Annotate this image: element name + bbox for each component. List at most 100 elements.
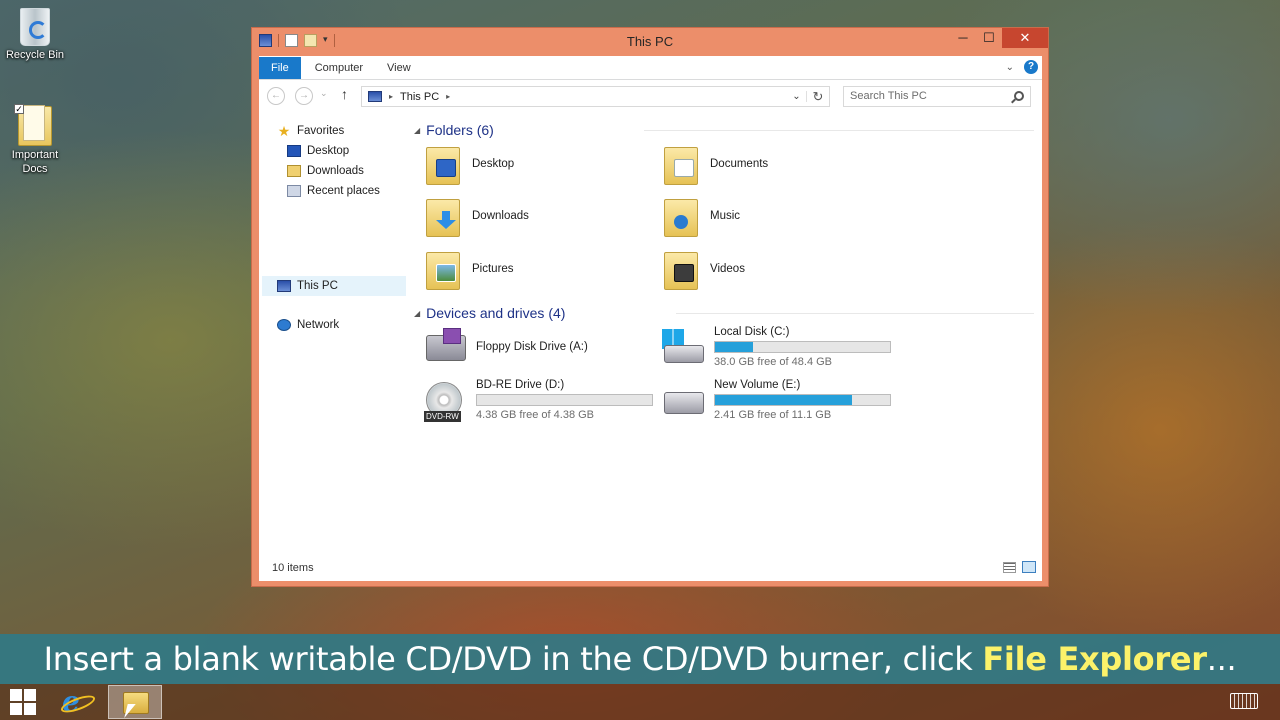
documents-folder-icon <box>662 143 700 185</box>
pictures-folder-icon <box>424 248 462 290</box>
this-pc-icon <box>368 91 382 102</box>
search-icon[interactable] <box>1014 91 1024 101</box>
folder-label: Downloads <box>472 210 529 222</box>
up-button[interactable]: ↑ <box>341 86 348 102</box>
folder-label: Documents <box>710 158 769 170</box>
drive-usage-bar <box>476 394 653 406</box>
nav-favorites[interactable]: ★ Favorites <box>277 122 345 140</box>
taskbar: e <box>0 684 1280 720</box>
downloads-folder-icon <box>424 195 462 237</box>
folder-item-documents[interactable]: Documents <box>662 140 892 188</box>
drive-label: BD-RE Drive (D:) <box>476 379 565 391</box>
nav-item-downloads[interactable]: Downloads <box>287 162 364 180</box>
nav-label: Desktop <box>307 145 350 157</box>
folder-label: Pictures <box>472 263 514 275</box>
folder-item-pictures[interactable]: Pictures <box>424 245 654 293</box>
item-count: 10 items <box>272 562 314 574</box>
group-label: Devices and drives (4) <box>426 305 566 321</box>
address-bar[interactable]: ▸ This PC ▸ ⌄ ↻ <box>361 86 830 107</box>
folder-item-downloads[interactable]: Downloads <box>424 192 654 240</box>
navigation-pane: ★ Favorites Desktop Downloads Recent pla… <box>259 114 407 544</box>
minimize-button[interactable]: ─ <box>950 28 976 48</box>
close-button[interactable]: ✕ <box>1002 28 1048 48</box>
desktop-folder-icon <box>424 143 462 185</box>
breadcrumb-separator-icon[interactable]: ▸ <box>446 92 450 101</box>
music-folder-icon <box>662 195 700 237</box>
folder-label: Videos <box>710 263 745 275</box>
touch-keyboard-icon[interactable] <box>1230 693 1258 709</box>
nav-item-desktop[interactable]: Desktop <box>287 142 349 160</box>
drive-label: Local Disk (C:) <box>714 326 790 338</box>
drive-free-space: 4.38 GB free of 4.38 GB <box>476 409 595 421</box>
tab-file[interactable]: File <box>259 57 301 79</box>
group-divider <box>644 130 1034 131</box>
group-header-devices-and-drives[interactable]: ◢ Devices and drives (4) <box>414 304 565 322</box>
caption-banner: Insert a blank writable CD/DVD in the CD… <box>0 634 1280 684</box>
drive-label: New Volume (E:) <box>714 379 801 391</box>
navigation-bar: ← → ⌄ ↑ ▸ This PC ▸ ⌄ ↻ Search This PC <box>259 80 1042 112</box>
details-view-icon[interactable] <box>1003 562 1016 573</box>
this-pc-icon <box>277 280 291 292</box>
group-label: Folders (6) <box>426 122 494 138</box>
caption-highlight: File Explorer <box>982 640 1207 678</box>
downloads-icon <box>287 165 301 177</box>
nav-label: Downloads <box>307 165 364 177</box>
nav-item-recent-places[interactable]: Recent places <box>287 182 380 200</box>
drive-item-local-disk-c[interactable]: Local Disk (C:) 38.0 GB free of 48.4 GB <box>662 323 900 371</box>
recent-locations-chevron-icon[interactable]: ⌄ <box>320 88 328 99</box>
folder-item-music[interactable]: Music <box>662 192 892 240</box>
breadcrumb-separator-icon[interactable]: ▸ <box>389 92 393 101</box>
nav-label: Recent places <box>307 185 380 197</box>
ribbon: File Computer View ⌄ ? <box>259 56 1042 80</box>
file-explorer-taskbar-button[interactable] <box>108 685 162 719</box>
large-icons-view-icon[interactable] <box>1022 561 1036 573</box>
collapse-triangle-icon: ◢ <box>414 308 421 318</box>
folder-item-desktop[interactable]: Desktop <box>424 140 654 188</box>
dvd-rw-label: DVD-RW <box>424 411 461 422</box>
desktop-icon-recycle-bin[interactable]: Recycle Bin <box>0 6 70 62</box>
status-bar: 10 items <box>259 555 1042 581</box>
back-button[interactable]: ← <box>267 87 285 105</box>
windows-logo-icon <box>10 689 22 701</box>
drive-usage-bar <box>714 394 891 406</box>
content-area: ◢ Folders (6) Desktop Documents Download… <box>414 114 1042 544</box>
group-divider <box>676 313 1034 314</box>
start-button[interactable] <box>10 689 36 715</box>
nav-label: This PC <box>297 280 338 292</box>
search-input[interactable]: Search This PC <box>843 86 1031 107</box>
folder-item-videos[interactable]: Videos <box>662 245 892 293</box>
recent-places-icon <box>287 185 301 197</box>
drive-usage-bar <box>714 341 891 353</box>
address-dropdown-icon[interactable]: ⌄ <box>787 91 807 102</box>
collapse-triangle-icon: ◢ <box>414 125 421 135</box>
breadcrumb-this-pc[interactable]: This PC <box>400 91 439 103</box>
expand-ribbon-chevron-icon[interactable]: ⌄ <box>1006 62 1014 73</box>
maximize-button[interactable]: ☐ <box>976 28 1002 48</box>
tab-view[interactable]: View <box>375 57 423 79</box>
nav-item-network[interactable]: Network <box>277 316 339 334</box>
floppy-drive-icon <box>424 327 466 367</box>
forward-button[interactable]: → <box>295 87 313 105</box>
drive-item-bd-re-d[interactable]: DVD-RW BD-RE Drive (D:) 4.38 GB free of … <box>424 376 662 424</box>
desktop-icon-important-docs[interactable]: Important Docs <box>0 104 70 176</box>
nav-label: Favorites <box>297 125 345 137</box>
internet-explorer-icon[interactable]: e <box>62 688 92 716</box>
help-icon[interactable]: ? <box>1024 60 1038 74</box>
desktop-icon-label: Recycle Bin <box>5 49 65 61</box>
refresh-icon[interactable]: ↻ <box>807 89 829 105</box>
network-icon <box>277 319 291 331</box>
desktop-icon-label: Important Docs <box>11 149 59 175</box>
drive-item-floppy-a[interactable]: Floppy Disk Drive (A:) <box>424 323 662 371</box>
folder-label: Music <box>710 210 741 222</box>
nav-label: Network <box>297 319 340 331</box>
dvd-disc-icon: DVD-RW <box>424 380 466 422</box>
drive-item-new-volume-e[interactable]: New Volume (E:) 2.41 GB free of 11.1 GB <box>662 376 900 424</box>
desktop-icon <box>287 145 301 157</box>
tab-computer[interactable]: Computer <box>303 57 375 79</box>
checkbox-icon[interactable]: ✓ <box>14 104 24 114</box>
hard-drive-icon <box>662 380 704 420</box>
nav-item-this-pc[interactable]: This PC <box>277 277 338 295</box>
group-header-folders[interactable]: ◢ Folders (6) <box>414 121 494 139</box>
title-bar[interactable]: ▾ This PC ─ ☐ ✕ <box>252 28 1048 56</box>
file-explorer-window: ▾ This PC ─ ☐ ✕ File Computer View ⌄ ? ←… <box>251 27 1049 587</box>
